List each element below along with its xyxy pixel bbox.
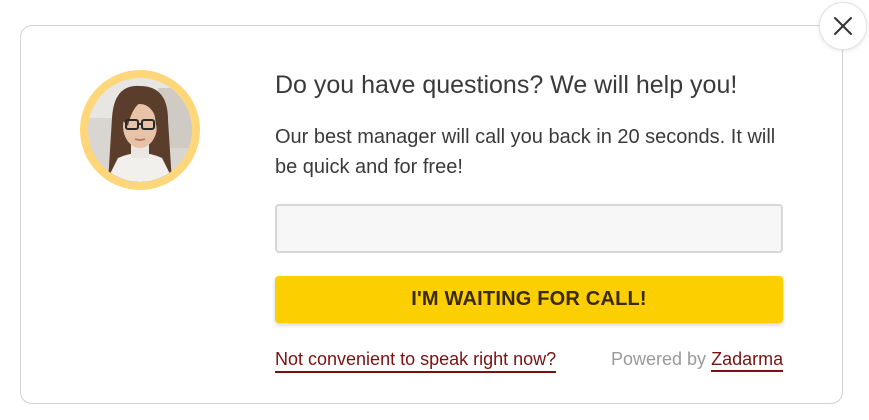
powered-by: Powered by Zadarma	[611, 348, 784, 372]
call-me-button[interactable]: I'M WAITING FOR CALL!	[275, 276, 783, 323]
headline: Do you have questions? We will help you!	[275, 71, 738, 99]
not-convenient-link[interactable]: Not convenient to speak right now?	[275, 348, 557, 373]
subtext: Our best manager will call you back in 2…	[275, 126, 776, 178]
avatar-ring	[80, 70, 200, 190]
phone-input[interactable]	[275, 204, 783, 253]
close-button[interactable]	[819, 2, 867, 50]
avatar	[88, 78, 192, 182]
close-icon	[834, 17, 852, 35]
powered-by-label: Powered by	[611, 349, 707, 369]
zadarma-link[interactable]: Zadarma	[711, 349, 784, 372]
manager-photo	[88, 78, 192, 182]
